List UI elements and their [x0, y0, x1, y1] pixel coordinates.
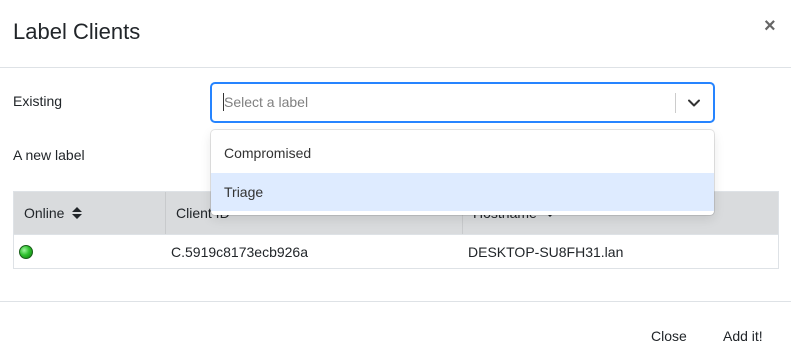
new-label-label: A new label [13, 147, 85, 163]
online-cell [19, 235, 166, 269]
dropdown-option-compromised[interactable]: Compromised [211, 134, 714, 172]
modal-title: Label Clients [13, 19, 141, 44]
add-it-button[interactable]: Add it! [723, 328, 763, 344]
sort-icon[interactable] [72, 206, 83, 222]
label-dropdown-menu: Compromised Triage [211, 130, 714, 215]
existing-label: Existing [13, 93, 63, 109]
select-separator [675, 93, 676, 113]
modal-header: Label Clients × [0, 0, 791, 68]
table-row[interactable]: C.5919c8173ecb926a DESKTOP-SU8FH31.lan [14, 234, 778, 268]
hostname-cell: DESKTOP-SU8FH31.lan [468, 244, 624, 260]
close-button[interactable]: Close [651, 328, 687, 344]
dropdown-option-triage[interactable]: Triage [211, 173, 714, 211]
select-placeholder: Select a label [224, 94, 309, 110]
online-status-icon [19, 245, 33, 259]
modal-footer: Close Add it! [0, 301, 791, 363]
label-select[interactable]: Select a label [211, 83, 714, 122]
chevron-down-icon[interactable] [683, 92, 705, 114]
client-id-cell: C.5919c8173ecb926a [171, 244, 309, 260]
column-header-online[interactable]: Online [14, 192, 166, 234]
column-header-label: Online [24, 205, 65, 221]
close-icon[interactable]: × [764, 16, 776, 36]
